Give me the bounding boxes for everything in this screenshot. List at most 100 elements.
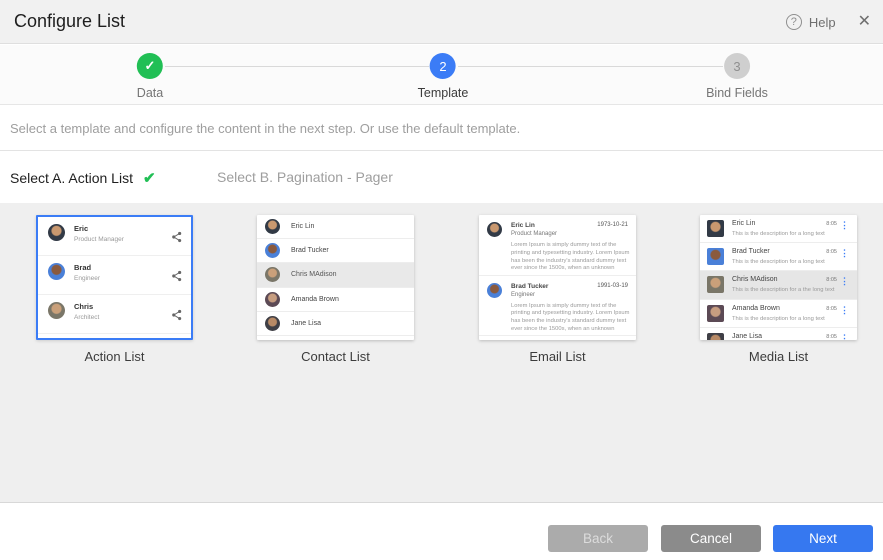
- item-name: Chris MAdison: [732, 276, 778, 283]
- item-description: This is the description for a long text: [732, 231, 825, 237]
- item-role: Engineer: [74, 275, 100, 282]
- item-date: 1991-03-19: [597, 283, 628, 289]
- list-item: Chris Architect: [38, 295, 191, 334]
- item-body: Lorem Ipsum is simply dummy text of the …: [511, 303, 630, 333]
- template-caption: Email List: [479, 349, 636, 364]
- item-duration: 8:05: [826, 277, 837, 283]
- tab-pagination-pager[interactable]: Select B. Pagination - Pager: [217, 169, 393, 185]
- list-item-highlighted: Chris MAdison This is the description fo…: [700, 271, 857, 299]
- item-role: Architect: [74, 314, 99, 321]
- list-item: Eric Product Manager: [38, 217, 191, 256]
- step-template[interactable]: 2 Template: [418, 53, 469, 100]
- more-vert-icon: ⋮: [840, 305, 849, 316]
- list-item: Brad Tucker Engineer 1991-03-19 Lorem Ip…: [479, 276, 636, 337]
- wizard-stepper: ✓ Data 2 Template 3 Bind Fields: [0, 45, 883, 105]
- item-role: Product Manager: [511, 231, 557, 237]
- page-title: Configure List: [14, 11, 125, 32]
- item-role: Product Manager: [74, 236, 124, 243]
- list-item: Eric Lin This is the description for a l…: [700, 215, 857, 243]
- tab-action-list-label: Select A. Action List: [10, 170, 133, 186]
- item-name: Brad: [74, 263, 91, 272]
- more-vert-icon: ⋮: [840, 333, 849, 340]
- list-item: Brad Tucker This is the description for …: [700, 243, 857, 271]
- help-icon[interactable]: ?: [786, 14, 802, 30]
- item-description: This is the description for a long text: [732, 316, 825, 322]
- share-icon: [171, 230, 182, 248]
- template-gallery: Eric Product Manager Brad Engineer Chris…: [0, 203, 883, 503]
- avatar: [707, 276, 724, 293]
- step-number: 3: [724, 53, 750, 79]
- close-icon[interactable]: ✕: [858, 14, 871, 30]
- item-duration: 8:05: [826, 334, 837, 340]
- template-option-contact-list[interactable]: Eric Lin Brad Tucker Chris MAdison Amand…: [257, 215, 414, 364]
- avatar: [487, 222, 502, 237]
- item-name: Brad Tucker: [511, 283, 548, 290]
- item-role: Engineer: [511, 292, 535, 298]
- item-duration: 8:05: [826, 249, 837, 255]
- dialog-footer: Back Cancel Next: [0, 503, 883, 560]
- dialog-header: Configure List ? Help ✕: [0, 0, 883, 44]
- item-date: 1973-10-21: [597, 222, 628, 228]
- list-item: Eric Lin Product Manager 1973-10-21 Lore…: [479, 215, 636, 276]
- avatar: [265, 219, 280, 234]
- cancel-button[interactable]: Cancel: [661, 525, 761, 552]
- item-name: Brad Tucker: [732, 248, 770, 255]
- share-icon: [171, 269, 182, 287]
- template-caption: Action List: [36, 349, 193, 364]
- avatar: [265, 292, 280, 307]
- item-name: Chris MAdison: [291, 271, 337, 278]
- template-option-media-list[interactable]: Eric Lin This is the description for a l…: [700, 215, 857, 364]
- item-duration: 8:05: [826, 306, 837, 312]
- back-button[interactable]: Back: [548, 525, 648, 552]
- avatar: [265, 267, 280, 282]
- item-body: Lorem Ipsum is simply dummy text of the …: [511, 242, 630, 272]
- avatar: [48, 224, 65, 241]
- list-item: Brad Engineer: [38, 256, 191, 295]
- item-name: Amanda Brown: [732, 305, 780, 312]
- template-preview-contact-list: Eric Lin Brad Tucker Chris MAdison Amand…: [257, 215, 414, 340]
- item-name: Jane Lisa: [732, 333, 762, 340]
- help-label[interactable]: Help: [809, 15, 836, 30]
- list-item: Amanda Brown This is the description for…: [700, 300, 857, 328]
- template-caption: Contact List: [257, 349, 414, 364]
- item-name: Brad Tucker: [291, 247, 329, 254]
- more-vert-icon: ⋮: [840, 248, 849, 259]
- item-name: Jane Lisa: [291, 320, 321, 327]
- list-item: Brad Tucker: [257, 239, 414, 263]
- item-description: This is the description for a long text: [732, 259, 825, 265]
- avatar: [265, 316, 280, 331]
- stepper-connector: [165, 66, 429, 67]
- item-name: Eric Lin: [732, 220, 755, 227]
- item-name: Eric: [74, 224, 88, 233]
- template-caption: Media List: [700, 349, 857, 364]
- list-item-highlighted: Chris MAdison: [257, 263, 414, 287]
- template-preview-media-list: Eric Lin This is the description for a l…: [700, 215, 857, 340]
- step-done-check-icon: ✓: [137, 53, 163, 79]
- avatar: [707, 248, 724, 265]
- instruction-text: Select a template and configure the cont…: [0, 106, 883, 151]
- step-bind-fields[interactable]: 3 Bind Fields: [706, 53, 768, 100]
- template-preview-email-list: Eric Lin Product Manager 1973-10-21 Lore…: [479, 215, 636, 340]
- selector-row: Select A. Action List ✔ Select B. Pagina…: [0, 152, 883, 203]
- avatar: [48, 263, 65, 280]
- template-preview-action-list: Eric Product Manager Brad Engineer Chris…: [36, 215, 193, 340]
- next-button[interactable]: Next: [773, 525, 873, 552]
- more-vert-icon: ⋮: [840, 276, 849, 287]
- item-name: Amanda Brown: [291, 296, 339, 303]
- item-duration: 8:05: [826, 221, 837, 227]
- list-item: Eric Lin: [257, 215, 414, 239]
- tab-action-list[interactable]: Select A. Action List ✔: [10, 169, 156, 187]
- list-item: Jane Lisa This is the description for a …: [700, 328, 857, 340]
- step-number: 2: [430, 53, 456, 79]
- template-option-email-list[interactable]: Eric Lin Product Manager 1973-10-21 Lore…: [479, 215, 636, 364]
- item-name: Eric Lin: [291, 223, 314, 230]
- item-name: Chris: [74, 302, 93, 311]
- template-option-action-list[interactable]: Eric Product Manager Brad Engineer Chris…: [36, 215, 193, 364]
- step-data[interactable]: ✓ Data: [137, 53, 163, 100]
- avatar: [487, 283, 502, 298]
- avatar: [707, 333, 724, 340]
- avatar: [707, 305, 724, 322]
- list-item: Amanda Brown: [257, 288, 414, 312]
- item-name: Eric Lin: [511, 222, 535, 229]
- avatar: [707, 220, 724, 237]
